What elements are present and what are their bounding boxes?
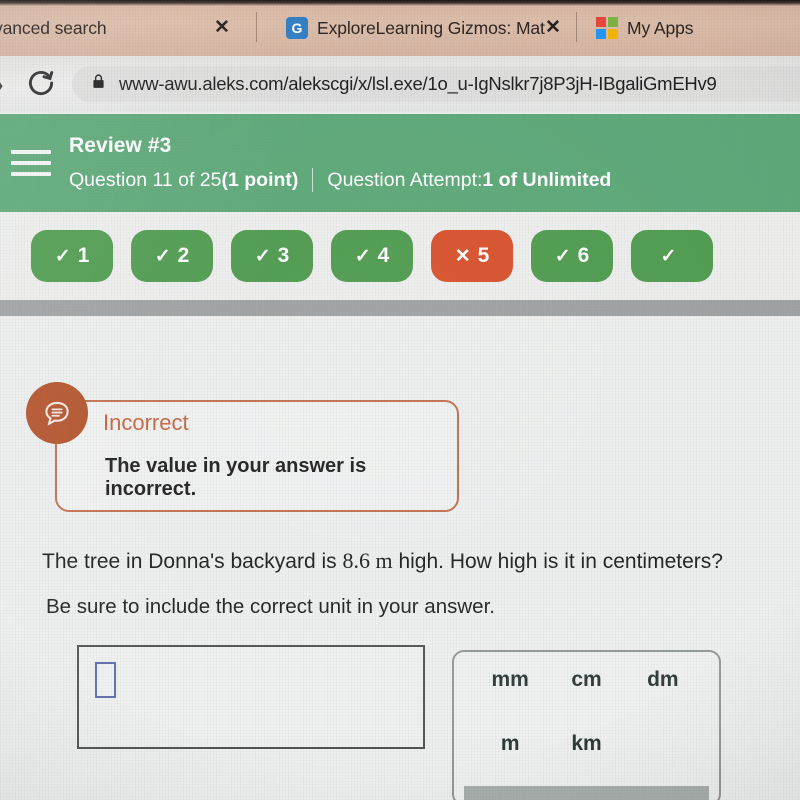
question-points: (1 point) (221, 168, 299, 191)
question-pill-1[interactable]: ✓ 1 (31, 230, 113, 282)
lock-icon (90, 73, 107, 95)
page-title: Review #3 (69, 134, 172, 157)
pill-number: 3 (277, 244, 290, 267)
pill-number: 6 (577, 244, 590, 267)
url-bar[interactable]: www-awu.aleks.com/alekscgi/x/lsl.exe/1o_… (72, 66, 800, 102)
question-pill-7[interactable]: ✓ (631, 230, 713, 282)
question-pill-3[interactable]: ✓ 3 (231, 230, 313, 282)
attempt-label: Question Attempt: (327, 168, 483, 191)
answer-input[interactable] (77, 645, 425, 749)
unit-palette: mm cm dm m km (452, 650, 721, 800)
browser-tab-my-apps[interactable]: My Apps (596, 6, 694, 50)
check-icon: ✓ (354, 245, 371, 267)
attempt-value: 1 of Unlimited (482, 168, 612, 191)
feedback-message: The value in your answer is incorrect. (105, 455, 367, 500)
pill-number: 2 (177, 244, 190, 267)
screen-bezel-top (0, 0, 800, 6)
question-text-after: high. How high is it in centimeters? (392, 550, 723, 573)
question-instruction: Be sure to include the correct unit in y… (46, 595, 495, 618)
check-icon: ✓ (554, 245, 571, 267)
microsoft-logo-icon (596, 17, 618, 39)
unit-option-empty (625, 732, 701, 756)
tab-divider (256, 12, 257, 42)
tab-title: My Apps (627, 17, 694, 38)
section-divider (0, 300, 800, 316)
tab-close-icon[interactable]: ✕ (214, 18, 230, 37)
question-counter-label: Question 11 of 25 (69, 168, 222, 191)
aleks-header: Review #3 Question 11 of 25 (1 point) Qu… (0, 114, 800, 212)
tab-title: ExploreLearning Gizmos: Mat (317, 17, 545, 38)
gizmos-g-icon: G (286, 17, 308, 39)
check-icon: ✓ (54, 245, 71, 267)
tab-title: vanced search (0, 17, 107, 38)
question-progress-strip: ✓ 1 ✓ 2 ✓ 3 ✓ 4 ✕ 5 ✓ 6 ✓ (0, 212, 800, 300)
tab-divider (576, 12, 577, 42)
pill-number: 1 (77, 244, 90, 267)
unit-option-m[interactable]: m (472, 732, 548, 756)
answer-placeholder-box[interactable] (95, 662, 116, 698)
browser-tab-gizmos[interactable]: G ExploreLearning Gizmos: Mat (286, 6, 545, 50)
browser-tab-advanced-search[interactable]: vanced search (0, 6, 107, 50)
question-pill-4[interactable]: ✓ 4 (331, 230, 413, 282)
meta-divider (312, 168, 314, 192)
question-text-before: The tree in Donna's backyard is (42, 550, 343, 573)
question-meta: Question 11 of 25 (1 point) Question Att… (69, 168, 611, 192)
question-pill-2[interactable]: ✓ 2 (131, 230, 213, 282)
question-text: The tree in Donna's backyard is 8.6 m hi… (42, 548, 723, 574)
unit-option-cm[interactable]: cm (548, 668, 624, 692)
unit-palette-footer (464, 786, 709, 800)
pill-number: 5 (477, 244, 490, 267)
hamburger-menu-icon[interactable] (11, 150, 51, 176)
cross-icon: ✕ (454, 245, 471, 267)
pill-number: 4 (377, 244, 390, 267)
feedback-title: Incorrect (103, 410, 189, 435)
forward-arrow-icon[interactable]: › (0, 72, 3, 98)
question-pill-6[interactable]: ✓ 6 (531, 230, 613, 282)
url-text: www-awu.aleks.com/alekscgi/x/lsl.exe/1o_… (119, 73, 717, 94)
check-icon: ✓ (154, 245, 171, 267)
unit-option-dm[interactable]: dm (625, 668, 701, 692)
feedback-callout: Incorrect The value in your answer is in… (26, 382, 459, 512)
browser-tab-strip: vanced search ✕ G ExploreLearning Gizmos… (0, 0, 800, 56)
unit-grid: mm cm dm m km (454, 668, 719, 756)
check-icon: ✓ (660, 245, 677, 267)
check-icon: ✓ (254, 245, 271, 267)
header-text-group: Review #3 Question 11 of 25 (1 point) Qu… (69, 134, 611, 192)
reload-icon[interactable] (26, 68, 56, 98)
question-pill-5[interactable]: ✕ 5 (431, 230, 513, 282)
unit-option-km[interactable]: km (548, 732, 624, 756)
tab-close-icon[interactable]: ✕ (545, 18, 561, 37)
speech-bubble-icon (26, 382, 88, 444)
browser-toolbar: › www-awu.aleks.com/alekscgi/x/lsl.exe/1… (0, 56, 800, 112)
screen-photo: vanced search ✕ G ExploreLearning Gizmos… (0, 0, 800, 800)
unit-option-mm[interactable]: mm (472, 668, 548, 692)
question-value: 8.6 m (342, 548, 393, 573)
